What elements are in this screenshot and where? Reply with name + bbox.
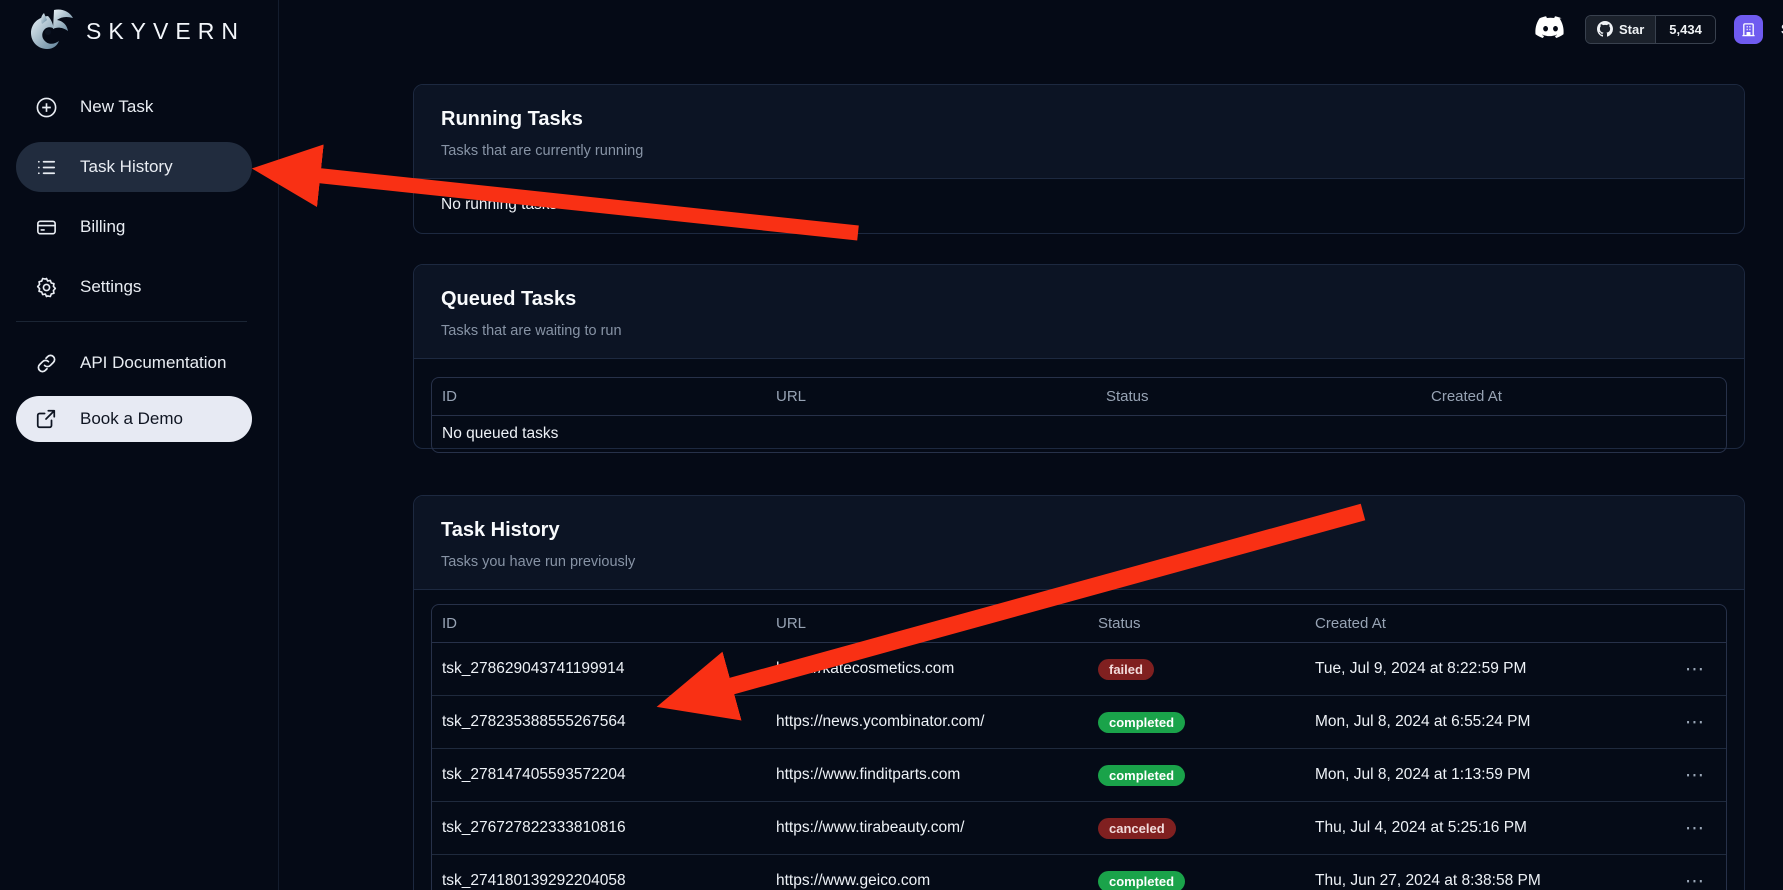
queued-tasks-header: Queued Tasks Tasks that are waiting to r… (414, 265, 1744, 359)
task-id: tsk_276727822333810816 (432, 802, 766, 855)
column-header-created-at: Created At (1421, 378, 1726, 416)
row-actions-button[interactable]: ⋯ (1662, 749, 1726, 802)
sidebar-item-new-task[interactable]: New Task (16, 82, 252, 132)
row-actions-button[interactable]: ⋯ (1662, 696, 1726, 749)
discord-icon[interactable] (1534, 16, 1567, 42)
card-title: Running Tasks (441, 108, 1717, 131)
list-icon (34, 155, 58, 179)
task-history-table: ID URL Status Created At tsk_27862904374… (431, 604, 1727, 890)
task-id: tsk_274180139292204058 (432, 855, 766, 890)
sidebar-item-settings[interactable]: Settings (16, 262, 252, 312)
column-header-created-at: Created At (1305, 605, 1662, 643)
queued-tasks-card: Queued Tasks Tasks that are waiting to r… (413, 264, 1745, 449)
card-subtitle: Tasks that are waiting to run (441, 323, 1717, 339)
task-created-at: Thu, Jun 27, 2024 at 8:38:58 PM (1305, 855, 1662, 890)
brand-wordmark: SKYVERN (86, 18, 245, 45)
sidebar-item-label: API Documentation (80, 353, 226, 373)
queued-tasks-empty-state: No queued tasks (432, 416, 1726, 453)
column-header-url: URL (766, 605, 1088, 643)
task-url: https://www.finditparts.com (766, 749, 1088, 802)
status-badge: failed (1098, 659, 1154, 680)
table-row[interactable]: tsk_278147405593572204 https://www.findi… (432, 749, 1726, 802)
external-link-icon (34, 407, 58, 431)
empty-row: No queued tasks (432, 416, 1726, 453)
table-row[interactable]: tsk_276727822333810816 https://www.tirab… (432, 802, 1726, 855)
queued-tasks-table: ID URL Status Created At No queued tasks (431, 377, 1727, 453)
sidebar-item-book-a-demo[interactable]: Book a Demo (16, 396, 252, 442)
sidebar-item-label: Book a Demo (80, 409, 183, 429)
table-row[interactable]: tsk_278235388555267564 https://news.ycom… (432, 696, 1726, 749)
sidebar-item-label: Settings (80, 277, 141, 297)
sidebar-item-billing[interactable]: Billing (16, 202, 252, 252)
column-header-status: Status (1088, 605, 1305, 643)
card-subtitle: Tasks that are currently running (441, 143, 1717, 159)
table-row[interactable]: tsk_278629043741199914 https://katecosme… (432, 643, 1726, 696)
table-header-row: ID URL Status Created At (432, 378, 1726, 416)
card-title: Task History (441, 519, 1717, 542)
dragon-logo-icon (24, 8, 76, 54)
row-actions-button[interactable]: ⋯ (1662, 802, 1726, 855)
task-created-at: Mon, Jul 8, 2024 at 6:55:24 PM (1305, 696, 1662, 749)
topbar: Star 5,434 Sk (1534, 0, 1783, 58)
task-id: tsk_278629043741199914 (432, 643, 766, 696)
task-url: https://katecosmetics.com (766, 643, 1088, 696)
card-subtitle: Tasks you have run previously (441, 554, 1717, 570)
github-star-count: 5,434 (1655, 16, 1715, 43)
sidebar: SKYVERN New Task Task History (0, 0, 279, 890)
running-tasks-header: Running Tasks Tasks that are currently r… (414, 85, 1744, 179)
sidebar-item-label: Task History (80, 157, 173, 177)
sidebar-divider (16, 321, 247, 322)
status-badge: canceled (1098, 818, 1176, 839)
status-badge: completed (1098, 712, 1185, 733)
task-created-at: Mon, Jul 8, 2024 at 1:13:59 PM (1305, 749, 1662, 802)
row-actions-button[interactable]: ⋯ (1662, 855, 1726, 890)
status-badge: completed (1098, 765, 1185, 786)
row-actions-button[interactable]: ⋯ (1662, 643, 1726, 696)
plus-circle-icon (34, 95, 58, 119)
github-star-label: Star (1619, 22, 1644, 37)
sidebar-item-api-documentation[interactable]: API Documentation (16, 338, 252, 388)
status-badge: completed (1098, 871, 1185, 890)
column-header-id: ID (432, 605, 766, 643)
task-url: https://www.tirabeauty.com/ (766, 802, 1088, 855)
column-header-actions (1662, 605, 1726, 643)
skyvern-app: SKYVERN New Task Task History (0, 0, 1783, 890)
sidebar-item-task-history[interactable]: Task History (16, 142, 252, 192)
task-history-header: Task History Tasks you have run previous… (414, 496, 1744, 590)
gear-icon (34, 275, 58, 299)
task-url: https://www.geico.com (766, 855, 1088, 890)
table-header-row: ID URL Status Created At (432, 605, 1726, 643)
sidebar-item-label: Billing (80, 217, 125, 237)
task-created-at: Thu, Jul 4, 2024 at 5:25:16 PM (1305, 802, 1662, 855)
running-tasks-card: Running Tasks Tasks that are currently r… (413, 84, 1745, 234)
task-id: tsk_278235388555267564 (432, 696, 766, 749)
link-icon (34, 351, 58, 375)
github-star-button[interactable]: Star 5,434 (1585, 15, 1716, 44)
card-title: Queued Tasks (441, 288, 1717, 311)
sidebar-item-label: New Task (80, 97, 153, 117)
task-url: https://news.ycombinator.com/ (766, 696, 1088, 749)
table-row[interactable]: tsk_274180139292204058 https://www.geico… (432, 855, 1726, 890)
column-header-status: Status (1096, 378, 1421, 416)
credit-card-icon (34, 215, 58, 239)
task-created-at: Tue, Jul 9, 2024 at 8:22:59 PM (1305, 643, 1662, 696)
task-history-card: Task History Tasks you have run previous… (413, 495, 1745, 890)
skyvern-logo: SKYVERN (24, 8, 245, 54)
running-tasks-empty-state: No running tasks (414, 179, 1744, 231)
github-icon (1597, 21, 1613, 37)
column-header-id: ID (432, 378, 766, 416)
task-id: tsk_278147405593572204 (432, 749, 766, 802)
org-avatar[interactable] (1734, 15, 1763, 44)
column-header-url: URL (766, 378, 1096, 416)
